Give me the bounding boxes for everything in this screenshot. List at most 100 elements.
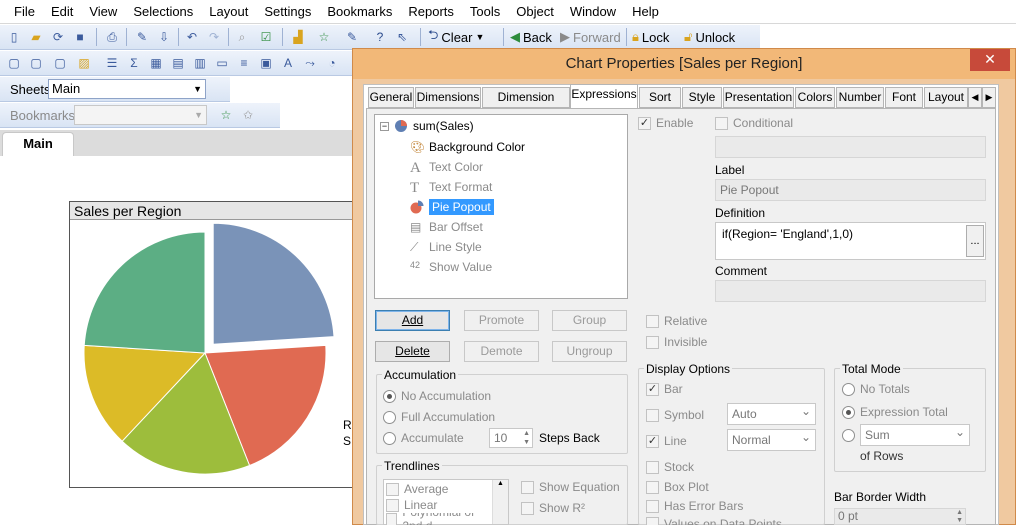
tree-item-line-style[interactable]: ⟋ Line Style: [410, 238, 482, 256]
menu-layout[interactable]: Layout: [201, 0, 256, 24]
undo-icon[interactable]: ↶: [184, 29, 200, 45]
current-selections-icon[interactable]: ≡: [236, 55, 252, 71]
tree-item-pie-popout[interactable]: Pie Popout: [410, 198, 494, 216]
no-totals-radio[interactable]: No Totals: [842, 381, 910, 397]
help-icon[interactable]: ?: [372, 29, 388, 45]
back-button[interactable]: ◀ Back: [510, 27, 552, 47]
box-plot-checkbox[interactable]: Box Plot: [646, 479, 709, 495]
definition-field[interactable]: if(Region= 'England',1,0): [715, 222, 986, 260]
listbox-icon[interactable]: ☰: [104, 55, 120, 71]
add-button[interactable]: Add: [375, 310, 450, 331]
tree-root[interactable]: − sum(Sales): [380, 117, 474, 135]
image-icon[interactable]: ▨: [76, 55, 92, 71]
symbol-checkbox[interactable]: Symbol: [646, 407, 704, 423]
menu-window[interactable]: Window: [562, 0, 624, 24]
tab-dimension-limits[interactable]: Dimension Limits: [482, 87, 570, 123]
aggregation-select[interactable]: Sum: [860, 422, 970, 446]
tab-scroll-right[interactable]: ▶: [982, 87, 996, 108]
add-bookmark-icon[interactable]: ☆: [316, 29, 332, 45]
slider-icon[interactable]: ◔: [324, 55, 340, 71]
menu-selections[interactable]: Selections: [125, 0, 201, 24]
full-accumulation-radio[interactable]: Full Accumulation: [383, 409, 495, 425]
lock-button[interactable]: 🔒︎ Lock: [632, 27, 669, 47]
line-checkbox[interactable]: ✓ Line: [646, 433, 687, 449]
statistics-box-icon[interactable]: Σ: [126, 55, 142, 71]
close-button[interactable]: ✕: [970, 49, 1010, 71]
selections-icon[interactable]: ☑: [258, 29, 274, 45]
definition-edit-button[interactable]: ...: [966, 225, 984, 257]
input-box-icon[interactable]: ▭: [214, 55, 230, 71]
context-help-icon[interactable]: ⇖: [394, 29, 410, 45]
multibox-icon[interactable]: ▦: [148, 55, 164, 71]
bar-border-width-field[interactable]: 0 pt ▲ ▼: [834, 508, 966, 525]
unlock-button[interactable]: 🔓︎ Unlock: [684, 27, 735, 47]
menu-help[interactable]: Help: [624, 0, 667, 24]
menu-view[interactable]: View: [81, 0, 125, 24]
line-arrow-icon[interactable]: ⤳: [302, 55, 318, 71]
tab-style[interactable]: Style: [682, 87, 722, 108]
trendlines-scrollbar[interactable]: ▲: [492, 480, 508, 524]
trendline-average[interactable]: Average: [386, 481, 448, 497]
menu-tools[interactable]: Tools: [462, 0, 508, 24]
clear-button[interactable]: ⮌ Clear ▼: [428, 27, 484, 47]
pie-slice[interactable]: [212, 222, 335, 345]
expression-total-radio[interactable]: Expression Total: [842, 404, 948, 420]
conditional-checkbox[interactable]: Conditional: [715, 115, 793, 131]
accumulate-radio[interactable]: Accumulate: [383, 430, 464, 446]
tab-font[interactable]: Font: [885, 87, 923, 108]
tree-item-background-color[interactable]: 🎨︎ Background Color: [410, 138, 525, 156]
edit-script-icon[interactable]: ✎: [134, 29, 150, 45]
ungroup-button[interactable]: Ungroup: [552, 341, 627, 362]
values-on-data-points-checkbox[interactable]: Values on Data Points: [646, 517, 782, 525]
no-accumulation-radio[interactable]: No Accumulation: [383, 388, 491, 404]
group-button[interactable]: Group: [552, 310, 627, 331]
new-icon[interactable]: ▯: [6, 29, 22, 45]
conditional-field[interactable]: [715, 136, 986, 158]
bookmarks-dropdown[interactable]: ▼: [74, 105, 207, 125]
chart-wizard-icon[interactable]: ▟: [290, 29, 306, 45]
edit-icon[interactable]: ✎: [344, 29, 360, 45]
layout-copy-icon[interactable]: ▢: [28, 55, 44, 71]
tree-item-text-color[interactable]: A Text Color: [410, 158, 483, 176]
enable-checkbox[interactable]: ✓ Enable: [638, 115, 693, 131]
promote-button[interactable]: Promote: [464, 310, 539, 331]
forward-button[interactable]: ▶ Forward: [560, 27, 621, 47]
collapse-icon[interactable]: −: [380, 121, 389, 131]
line-style-select[interactable]: Normal: [727, 427, 816, 451]
tab-colors[interactable]: Colors: [795, 87, 835, 108]
reload-data-icon[interactable]: ⇩: [156, 29, 172, 45]
stock-checkbox[interactable]: Stock: [646, 459, 694, 475]
pie-slice[interactable]: [83, 231, 206, 354]
sum-radio[interactable]: [842, 427, 855, 443]
show-r2-checkbox[interactable]: Show R²: [521, 500, 585, 516]
comment-field[interactable]: [715, 280, 986, 302]
add-bookmark-icon[interactable]: ☆: [218, 107, 234, 123]
tab-number[interactable]: Number: [836, 87, 884, 108]
demote-button[interactable]: Demote: [464, 341, 539, 362]
tab-layout[interactable]: Layout: [924, 87, 968, 108]
reload-icon[interactable]: ⟳: [50, 29, 66, 45]
symbol-select[interactable]: Auto: [727, 401, 816, 425]
layout-icon[interactable]: ▢: [6, 55, 22, 71]
redo-icon[interactable]: ↷: [206, 29, 222, 45]
tree-item-text-format[interactable]: T Text Format: [410, 178, 492, 196]
search-icon[interactable]: ⌕: [234, 29, 250, 45]
menu-settings[interactable]: Settings: [256, 0, 319, 24]
invisible-checkbox[interactable]: Invisible: [646, 334, 707, 350]
open-icon[interactable]: ▰: [28, 29, 44, 45]
trendline-polynomial[interactable]: Polynomial of 2nd d: [386, 513, 492, 525]
menu-object[interactable]: Object: [508, 0, 562, 24]
tree-item-show-value[interactable]: 42 Show Value: [410, 258, 492, 276]
menu-reports[interactable]: Reports: [400, 0, 462, 24]
sheets-dropdown[interactable]: Main ▼: [48, 79, 206, 99]
tab-sort[interactable]: Sort: [639, 87, 681, 108]
text-object-icon[interactable]: A: [280, 55, 296, 71]
print-icon[interactable]: ⎙: [104, 29, 120, 45]
tab-dimensions[interactable]: Dimensions: [415, 87, 481, 108]
label-field[interactable]: Pie Popout: [715, 179, 986, 201]
tree-item-bar-offset[interactable]: ▤ Bar Offset: [410, 218, 483, 236]
remove-bookmark-icon[interactable]: ✩: [240, 107, 256, 123]
delete-button[interactable]: Delete: [375, 341, 450, 362]
menu-file[interactable]: File: [6, 0, 43, 24]
trendline-linear[interactable]: Linear: [386, 497, 437, 513]
